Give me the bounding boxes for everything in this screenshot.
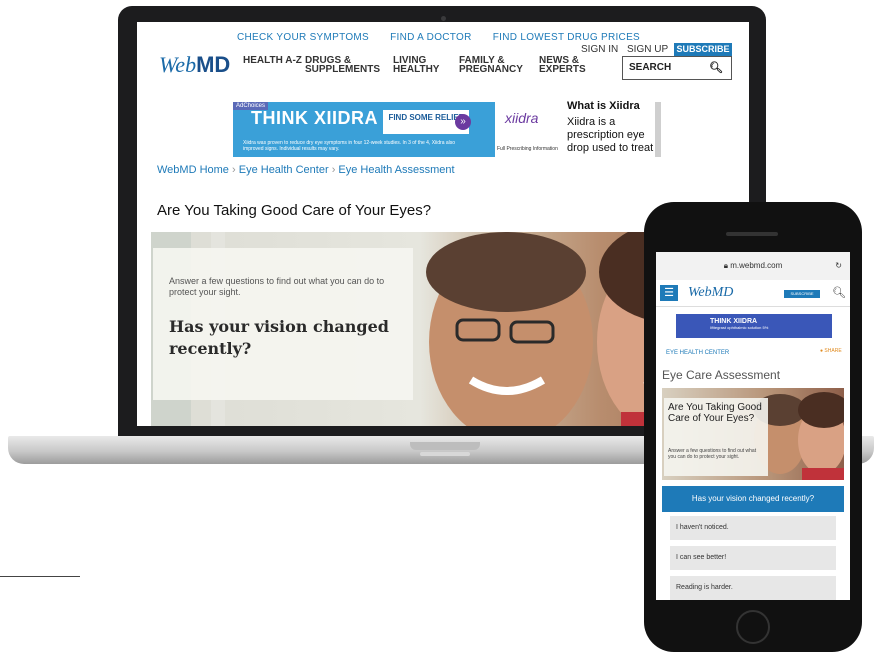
mobile-header [656,280,850,307]
top-nav: CHECK YOUR SYMPTOMS FIND A DOCTOR FIND L… [237,32,658,43]
mobile-share-button[interactable]: ● SHARE [820,348,842,354]
reload-icon[interactable]: ↻ [835,252,842,280]
lock-icon: 🔒︎ [723,261,728,270]
nav-find-doctor[interactable]: FIND A DOCTOR [390,32,472,43]
laptop-hinge-highlight [420,452,470,456]
mobile-page-title: Eye Care Assessment [662,368,781,382]
phone-speaker [726,232,778,236]
mobile-section-label[interactable]: EYE HEALTH CENTER [666,350,729,356]
breadcrumb-home[interactable]: WebMD Home [157,164,229,176]
mobile-question: Has your vision changed recently? [662,486,844,512]
sign-up-link[interactable]: SIGN UP [627,44,668,55]
xiidra-logo: xiidra [505,110,539,126]
mobile-hero-heading: Are You Taking Good Care of Your Eyes? [668,402,762,424]
answer-option-not-noticed[interactable]: I haven't noticed. [670,516,836,540]
breadcrumb-eye-health-assessment[interactable]: Eye Health Assessment [338,164,454,176]
search-label: SEARCH [629,62,672,73]
share-icon: ● [820,348,824,354]
ad-prescribing-info[interactable]: Full Prescribing Information [497,146,558,152]
answer-option-reading-harder[interactable]: Reading is harder. [670,576,836,600]
mobile-webpage: 🔒︎ m.webmd.com ↻ ☰ WebMD SUBSCRIBE 🔍︎ TH… [656,252,850,600]
ad-headline: THINK XIIDRA [251,108,378,128]
nav-check-symptoms[interactable]: CHECK YOUR SYMPTOMS [237,32,369,43]
arrow-right-icon[interactable]: » [455,114,471,130]
nav-drugs-supplements[interactable]: DRUGS & SUPPLEMENTS [305,56,380,75]
nav-health-az[interactable]: HEALTH A-Z [243,56,313,66]
mobile-webmd-logo[interactable]: WebMD [688,285,733,301]
mobile-ad-sub: lifitegrast ophthalmic solution 5% [710,325,769,330]
nav-news-experts[interactable]: NEWS & EXPERTS [539,56,609,75]
nav-living-healthy[interactable]: LIVING HEALTHY [393,56,463,75]
subscribe-button[interactable]: SUBSCRIBE [674,43,732,56]
ad-side-text: Xiidra is a prescription eye drop used t… [567,116,654,154]
mobile-ad-headline: THINK XIIDRA [710,318,758,325]
nav-drug-prices[interactable]: FIND LOWEST DRUG PRICES [493,32,640,43]
answer-option-see-better[interactable]: I can see better! [670,546,836,570]
mobile-hero-intro: Answer a few questions to find out what … [668,448,757,460]
url-text[interactable]: m.webmd.com [730,261,782,270]
page-title: Are You Taking Good Care of Your Eyes? [157,202,432,219]
mobile-subscribe-button[interactable]: SUBSCRIBE [784,290,820,298]
sign-in-link[interactable]: SIGN IN [581,44,618,55]
hero-question: Has your vision changed recently? [169,317,389,358]
laptop-hinge [410,442,480,450]
laptop-camera [441,16,446,21]
breadcrumb-eye-health-center[interactable]: Eye Health Center [239,164,329,176]
search-input[interactable]: SEARCH 🔍︎ [622,56,732,80]
divider-line [0,576,80,577]
nav-family-pregnancy[interactable]: FAMILY & PREGNANCY [459,56,529,75]
address-bar[interactable]: 🔒︎ m.webmd.com ↻ [656,252,850,280]
mobile-search-icon[interactable]: 🔍︎ [832,286,846,299]
ad-fine-print: Xiidra was proven to reduce dry eye symp… [243,140,456,152]
hamburger-menu-icon[interactable]: ☰ [660,285,678,301]
webmd-logo[interactable]: WebMD [159,52,230,78]
breadcrumb: WebMD Home › Eye Health Center › Eye Hea… [157,164,455,176]
home-button[interactable] [736,610,770,644]
search-icon[interactable]: 🔍︎ [709,61,723,74]
mobile-ad-banner[interactable]: THINK XIIDRA lifitegrast ophthalmic solu… [676,314,832,338]
ad-scrollbar[interactable] [655,102,661,157]
hero-intro-text: Answer a few questions to find out what … [169,276,385,297]
ad-side-title: What is Xiidra [567,100,640,112]
